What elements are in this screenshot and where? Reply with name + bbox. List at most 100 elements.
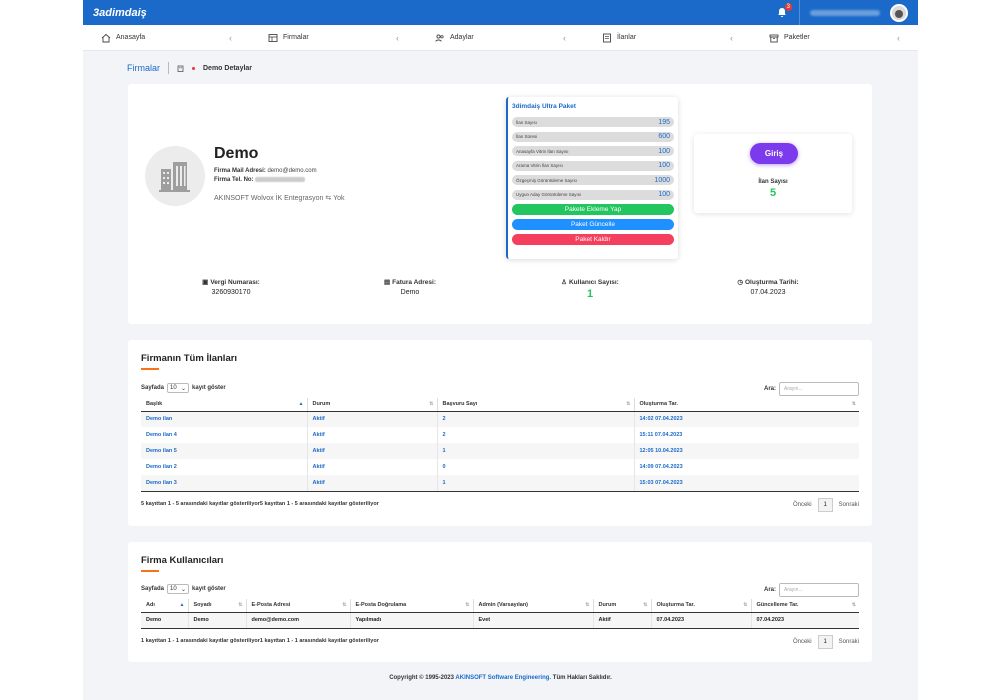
stat-user-count: ♙ Kullanıcı Sayısı: 1	[561, 278, 619, 301]
breadcrumb-current: Demo Detaylar	[203, 64, 253, 72]
package-row: Anasayfa Vitrin İlan Sayısı 100	[512, 146, 674, 156]
table-row[interactable]: Demo ilan 2 Aktif 0 14:09 07.04.2023	[141, 459, 859, 475]
column-header[interactable]: E-Posta Doğrulama ⇅	[350, 599, 474, 613]
search-input[interactable]: Arayın...	[779, 583, 859, 597]
list-icon	[603, 33, 611, 42]
add-to-package-button[interactable]: Pakete Ekleme Yap	[512, 204, 674, 215]
column-header[interactable]: Durum ⇅	[307, 398, 438, 412]
table-row[interactable]: Demo ilan Aktif 2 14:02 07.04.2023	[141, 411, 859, 427]
table-icon	[268, 33, 278, 42]
table-info: 5 kayıttan 1 - 5 arasındaki kayıtlar gös…	[141, 501, 379, 507]
company-users-card: Firma Kullanıcıları Sayfada 10 ⌄ kayıt gö…	[128, 542, 872, 662]
next-page-button[interactable]: Sonraki	[839, 502, 859, 508]
column-header[interactable]: Başvuru Sayı ⇅	[437, 398, 635, 412]
company-phone-blurred	[255, 177, 306, 182]
user-name-blurred[interactable]	[810, 9, 880, 16]
page-length-select[interactable]: 10 ⌄	[167, 383, 190, 393]
listing-count-value: 5	[769, 187, 777, 199]
package-row: Uygun Aday Görüntüleme Sayısı 100	[512, 189, 674, 200]
stat-tax-number: ▣ Vergi Numarası: 3260930170	[202, 278, 260, 297]
user-avatar[interactable]	[890, 3, 908, 22]
breadcrumb: Firmalar Demo Detaylar	[127, 62, 252, 74]
section-title: Firmanın Tüm İlanları	[141, 353, 238, 364]
stat-invoice-address: ▤ Fatura Adresi: Demo	[384, 278, 436, 297]
column-header[interactable]: Güncelleme Tar. ⇅	[751, 599, 859, 613]
table-row[interactable]: Demo ilan 3 Aktif 1 15:03 07.04.2023	[141, 475, 859, 492]
remove-package-button[interactable]: Paket Kaldır	[512, 234, 674, 245]
footer: Copyright © 1995-2023 AKINSOFT Software …	[389, 675, 612, 681]
building-icon	[177, 65, 184, 72]
listings-table: Başlık ▲ Durum ⇅ Başvuru Sayı ⇅ Oluşturma T…	[141, 398, 859, 492]
column-header[interactable]: Admin (Varsayılan) ⇅	[473, 599, 594, 613]
package-row: İlan Süresi 600	[512, 131, 674, 142]
chevron-down-icon: ⌄	[180, 385, 187, 392]
chevron-left-icon: ‹	[730, 32, 733, 43]
breadcrumb-dot	[192, 66, 195, 70]
page-length-control: Sayfada 10 ⌄ kayıt göster	[141, 383, 226, 393]
nav-item-anasayfa[interactable]: Anasayfa ‹	[83, 25, 250, 50]
topbar: 3adimdaiş 3	[83, 0, 918, 25]
column-header[interactable]: Soyadı ⇅	[188, 599, 247, 613]
chevron-left-icon: ‹	[396, 32, 399, 43]
chevron-left-icon: ‹	[229, 32, 232, 43]
company-phone-line: Firma Tel. No:	[214, 177, 306, 183]
company-mail[interactable]: demo@demo.com	[267, 168, 316, 174]
package-row: Özgeçmiş Görüntüleme Sayısı 1000	[512, 175, 674, 185]
company-name: Demo	[214, 145, 259, 162]
search-input[interactable]: Arayın...	[779, 382, 859, 396]
company-mail-line: Firma Mail Adresi: demo@demo.com	[214, 168, 317, 174]
table-row[interactable]: Demo ilan 4 Aktif 2 15:11 07.04.2023	[141, 427, 859, 443]
users-icon	[435, 33, 444, 42]
nav-item-firmalar[interactable]: Firmalar ‹	[250, 25, 417, 50]
invoice-icon: ▤	[384, 279, 391, 286]
company-detail-card: Demo Firma Mail Adresi: demo@demo.com Fi…	[128, 84, 872, 324]
search-control: Ara: Arayın...	[764, 583, 859, 597]
package-title: 3dimdaiş Ultra Paket	[512, 103, 576, 110]
section-title: Firma Kullanıcıları	[141, 555, 224, 566]
table-info: 1 kayıttan 1 - 1 arasındaki kayıtlar gös…	[141, 638, 379, 644]
next-page-button[interactable]: Sonraki	[839, 639, 859, 645]
home-icon	[101, 33, 111, 42]
column-header[interactable]: E-Posta Adresi ⇅	[246, 599, 351, 613]
column-header[interactable]: Oluşturma Tar. ⇅	[634, 398, 859, 412]
footer-brand-link[interactable]: AKINSOFT Software Engineering.	[455, 675, 551, 681]
table-row[interactable]: Demo Demo demo@demo.com Yapılmadı Evet Aktif…	[141, 612, 859, 629]
column-header[interactable]: Durum ⇅	[593, 599, 652, 613]
notification-badge: 3	[784, 2, 792, 11]
main-nav: Anasayfa ‹ Firmalar ‹ Adaylar ‹ İlanlar …	[83, 25, 918, 51]
stat-created-date: ◷ Oluşturma Tarihi: 07.04.2023	[737, 278, 799, 297]
app: 3adimdaiş 3 Anasayfa ‹ Firmalar ‹ Adayla…	[83, 0, 918, 700]
nav-item-adaylar[interactable]: Adaylar ‹	[417, 25, 584, 50]
prev-page-button[interactable]: Önceki	[793, 502, 812, 508]
package-panel: 3dimdaiş Ultra Paket İlan Sayısı 195 İlan…	[506, 97, 678, 259]
update-package-button[interactable]: Paket Güncelle	[512, 219, 674, 230]
search-control: Ara: Arayın...	[764, 382, 859, 396]
box-icon	[769, 34, 779, 42]
column-header[interactable]: Adı ▲	[141, 599, 189, 613]
table-row[interactable]: Demo ilan 5 Aktif 1 12:05 10.04.2023	[141, 443, 859, 459]
notification-bell-icon[interactable]: 3	[775, 2, 792, 20]
sync-icon: ⇆	[325, 195, 332, 202]
receipt-icon: ▣	[202, 279, 209, 286]
package-row: Arama Vitrin İlan Sayısı 100	[512, 160, 674, 171]
page-length-select[interactable]: 10 ⌄	[167, 584, 190, 594]
package-row: İlan Sayısı 195	[512, 117, 674, 127]
brand-logo[interactable]: 3adimdaiş	[93, 7, 147, 19]
breadcrumb-root[interactable]: Firmalar	[127, 63, 160, 73]
login-button[interactable]: Giriş	[750, 143, 798, 164]
user-icon: ♙	[561, 279, 567, 286]
page-button[interactable]: 1	[817, 498, 833, 512]
pagination: Önceki 1 Sonraki	[793, 498, 859, 512]
page-button[interactable]: 1	[817, 635, 833, 649]
users-table: Adı ▲ Soyadı ⇅ E-Posta Adresi ⇅ E-Posta Doğ…	[141, 599, 859, 629]
company-logo-icon	[145, 146, 205, 206]
page-length-control: Sayfada 10 ⌄ kayıt göster	[141, 584, 226, 594]
nav-item-paketler[interactable]: Paketler ‹	[751, 25, 918, 50]
column-header[interactable]: Oluşturma Tar. ⇅	[651, 599, 752, 613]
integration-value: Yok	[333, 195, 345, 202]
nav-item-ilanlar[interactable]: İlanlar ‹	[584, 25, 751, 50]
prev-page-button[interactable]: Önceki	[793, 639, 812, 645]
chevron-left-icon: ‹	[897, 32, 900, 43]
column-header[interactable]: Başlık ▲	[141, 398, 308, 412]
company-integration-line: AKINSOFT Wolvox İK Entegrasyon ⇆ Yok	[214, 195, 345, 202]
